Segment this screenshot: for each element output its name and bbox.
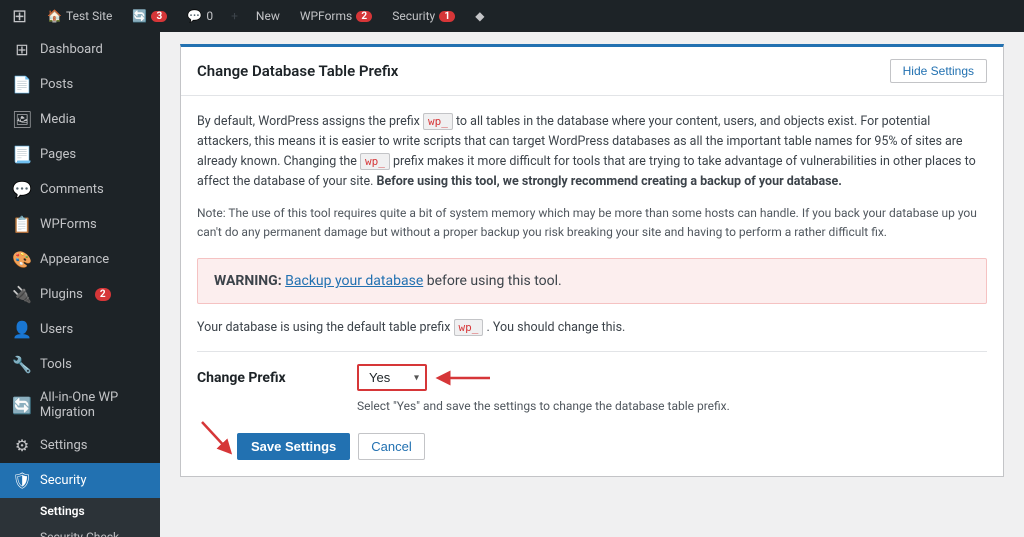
admin-bar-diamond[interactable]: ◆ — [471, 0, 488, 32]
sidebar-item-label: Plugins — [40, 287, 83, 302]
sidebar-item-label: Media — [40, 112, 76, 127]
sidebar-item-label: Appearance — [40, 252, 109, 267]
admin-bar: ⊞ 🏠 Test Site 🔄 3 💬 0 + New WPForms 2 Se… — [0, 0, 1024, 32]
admin-bar-updates[interactable]: 🔄 3 — [128, 0, 171, 32]
prefix-info-text: Your database is using the default table… — [197, 320, 987, 335]
security-icon: 🛡 — [12, 471, 32, 490]
sidebar-item-label: WPForms — [40, 217, 97, 232]
change-prefix-label: Change Prefix — [197, 364, 317, 386]
sidebar-item-wpforms[interactable]: 📋 WPForms — [0, 207, 160, 242]
site-home-icon: 🏠 — [47, 9, 62, 23]
admin-bar-new[interactable]: New — [252, 0, 284, 32]
main-layout: ⊞ Dashboard 📄 Posts 🖼 Media 📃 Pages 💬 Co… — [0, 32, 1024, 537]
backup-database-link[interactable]: Backup your database — [285, 273, 423, 289]
wp-logo-icon: ⊞ — [12, 6, 27, 27]
plugins-icon: 🔌 — [12, 285, 32, 304]
separator: + — [231, 9, 238, 23]
change-prefix-box: Change Database Table Prefix Hide Settin… — [180, 44, 1004, 477]
updates-icon: 🔄 — [132, 9, 147, 23]
box-body: By default, WordPress assigns the prefix… — [181, 96, 1003, 476]
box-header: Change Database Table Prefix Hide Settin… — [181, 47, 1003, 96]
sidebar-item-label: Users — [40, 322, 73, 337]
pages-icon: 📃 — [12, 145, 32, 164]
posts-icon: 📄 — [12, 75, 32, 94]
change-prefix-section: Change Prefix Yes No ▾ — [197, 364, 987, 413]
sidebar-item-appearance[interactable]: 🎨 Appearance — [0, 242, 160, 277]
users-icon: 👤 — [12, 320, 32, 339]
sidebar-item-label: Settings — [40, 438, 87, 453]
prefix-code-2: wp_ — [360, 153, 390, 170]
sidebar-item-label: Tools — [40, 357, 72, 372]
sidebar-item-label: Dashboard — [40, 42, 103, 57]
save-settings-button[interactable]: Save Settings — [237, 433, 350, 460]
box-title: Change Database Table Prefix — [197, 62, 398, 80]
sidebar-item-posts[interactable]: 📄 Posts — [0, 67, 160, 102]
sidebar-item-users[interactable]: 👤 Users — [0, 312, 160, 347]
warning-label: WARNING: Backup your database before usi… — [214, 273, 562, 289]
sidebar-item-media[interactable]: 🖼 Media — [0, 102, 160, 137]
sidebar-item-label: Security — [40, 473, 87, 488]
cancel-button[interactable]: Cancel — [358, 433, 424, 460]
actions-row: Save Settings Cancel — [197, 433, 987, 460]
prefix-code-1: wp_ — [423, 113, 453, 130]
sidebar-item-label: All-in-One WP Migration — [40, 390, 148, 420]
comments-icon: 💬 — [12, 180, 32, 199]
admin-bar-security[interactable]: Security 1 — [388, 0, 459, 32]
plugins-badge: 2 — [95, 288, 111, 301]
prefix-controls: Yes No ▾ — [357, 364, 730, 413]
sidebar-item-plugins[interactable]: 🔌 Plugins 2 — [0, 277, 160, 312]
media-icon: 🖼 — [12, 110, 32, 129]
prefix-hint-text: Select "Yes" and save the settings to ch… — [357, 399, 730, 413]
sidebar-item-pages[interactable]: 📃 Pages — [0, 137, 160, 172]
admin-bar-wp-logo[interactable]: ⊞ — [8, 0, 31, 32]
description-paragraph-1: By default, WordPress assigns the prefix… — [197, 112, 987, 192]
prefix-select[interactable]: Yes No — [357, 364, 427, 391]
sidebar: ⊞ Dashboard 📄 Posts 🖼 Media 📃 Pages 💬 Co… — [0, 32, 160, 537]
appearance-icon: 🎨 — [12, 250, 32, 269]
backup-recommendation: Before using this tool, we strongly reco… — [377, 174, 842, 189]
settings-icon: ⚙ — [12, 436, 32, 455]
sidebar-item-dashboard[interactable]: ⊞ Dashboard — [0, 32, 160, 67]
dashboard-icon: ⊞ — [12, 40, 32, 59]
admin-bar-wpforms[interactable]: WPForms 2 — [296, 0, 376, 32]
tools-icon: 🔧 — [12, 355, 32, 374]
comments-icon: 💬 — [187, 9, 202, 23]
warning-box: WARNING: Backup your database before usi… — [197, 258, 987, 304]
sidebar-subitem-settings[interactable]: Settings — [0, 498, 160, 524]
sidebar-item-comments[interactable]: 💬 Comments — [0, 172, 160, 207]
sidebar-item-security[interactable]: 🛡 Security — [0, 463, 160, 498]
diamond-icon: ◆ — [475, 9, 484, 23]
save-arrow-indicator — [197, 417, 237, 457]
sidebar-security-submenu: Settings Security Check — [0, 498, 160, 537]
sidebar-item-label: Pages — [40, 147, 76, 162]
sidebar-item-tools[interactable]: 🔧 Tools — [0, 347, 160, 382]
sidebar-item-allinone[interactable]: 🔄 All-in-One WP Migration — [0, 382, 160, 428]
admin-bar-site-name[interactable]: 🏠 Test Site — [43, 0, 116, 32]
main-content-area: Change Database Table Prefix Hide Settin… — [160, 32, 1024, 537]
hide-settings-button[interactable]: Hide Settings — [890, 59, 987, 83]
note-paragraph: Note: The use of this tool requires quit… — [197, 204, 987, 242]
sidebar-item-label: Posts — [40, 77, 73, 92]
wpforms-icon: 📋 — [12, 215, 32, 234]
migration-icon: 🔄 — [12, 396, 32, 415]
divider — [197, 351, 987, 352]
prefix-info-code: wp_ — [454, 319, 484, 336]
red-arrow-indicator — [435, 366, 495, 390]
sidebar-subitem-security-check[interactable]: Security Check — [0, 524, 160, 537]
admin-bar-comments[interactable]: 💬 0 — [183, 0, 217, 32]
prefix-select-row: Yes No ▾ — [357, 364, 730, 391]
sidebar-item-settings[interactable]: ⚙ Settings — [0, 428, 160, 463]
sidebar-item-label: Comments — [40, 182, 104, 197]
prefix-select-wrapper: Yes No ▾ — [357, 364, 427, 391]
